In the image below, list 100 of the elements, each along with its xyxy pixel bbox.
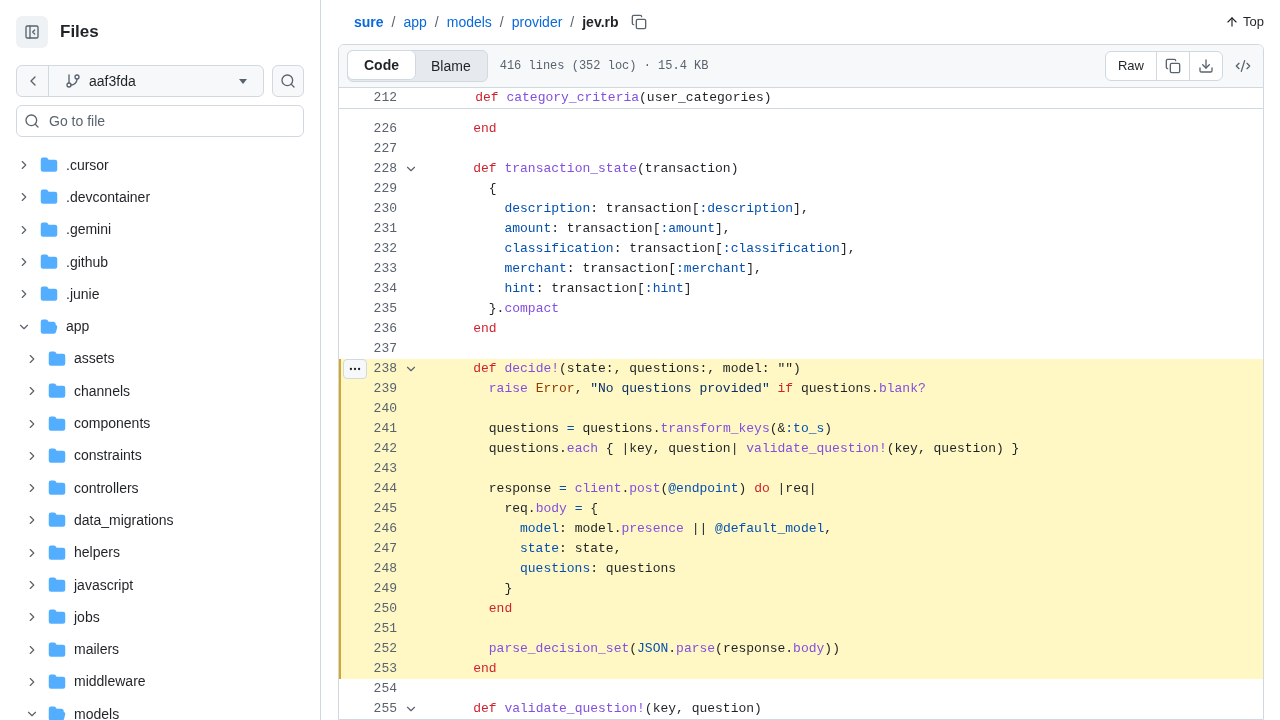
line-number: 227 — [372, 140, 397, 159]
search-icon — [24, 113, 40, 129]
line-number: 246 — [372, 520, 397, 539]
tree-item[interactable]: components — [74, 413, 151, 434]
code-line: end — [472, 120, 497, 139]
line-number: 242 — [372, 440, 397, 459]
line-number: 231 — [372, 220, 397, 239]
line-number: 212 — [372, 89, 397, 108]
code-line: hint: transaction[:hint] — [503, 280, 692, 299]
code-line: parse_decision_set(JSON.parse(response.body)) — [487, 640, 840, 659]
folder-icon — [48, 640, 66, 659]
code-line: merchant: transaction[:merchant], — [503, 260, 762, 279]
line-number: 248 — [372, 560, 397, 579]
tree-item[interactable]: constraints — [74, 445, 142, 467]
tree-item[interactable]: jobs — [74, 606, 100, 628]
line-number: 253 — [372, 660, 397, 679]
collapse-sidebar-button[interactable] — [16, 16, 48, 48]
code-line: req.body = { — [503, 500, 599, 519]
folder-icon — [48, 382, 66, 401]
line-number: 230 — [372, 200, 397, 219]
folder-icon — [48, 576, 66, 594]
tree-item[interactable]: .github — [66, 251, 109, 273]
line-number: 229 — [372, 180, 397, 199]
search-field[interactable]: Go to file — [16, 105, 304, 137]
tree-item[interactable]: middleware — [74, 671, 146, 693]
tree-item[interactable]: javascript — [74, 574, 134, 596]
breadcrumb-link[interactable]: provider — [511, 11, 563, 33]
code-line: classification: transaction[:classification], — [503, 240, 856, 259]
branch-selector[interactable]: aaf3fda — [16, 65, 264, 97]
code-line: response = client.post(@endpoint) do |req| — [487, 480, 817, 499]
view-tab[interactable]: Code — [347, 50, 416, 81]
view-tab[interactable]: Blame — [415, 51, 487, 82]
tree-item[interactable]: assets — [74, 348, 115, 370]
tree-item[interactable]: helpers — [74, 542, 120, 564]
folder-icon — [48, 349, 66, 368]
line-number: 239 — [372, 380, 397, 399]
tree-item[interactable]: models — [74, 703, 120, 720]
code-line: { — [487, 180, 497, 199]
line-number: 249 — [372, 580, 397, 599]
line-number: 254 — [372, 680, 397, 699]
line-number: 247 — [372, 540, 397, 559]
top-button[interactable]: Top — [1225, 12, 1264, 32]
breadcrumb-link[interactable]: sure — [354, 11, 384, 33]
sidebar-title: Files — [60, 21, 99, 44]
line-number: 244 — [372, 480, 397, 499]
line-number: 241 — [372, 420, 397, 439]
code-line: raise Error, "No questions provided" if questions.blank? — [487, 380, 926, 399]
code-line: state: state, — [519, 540, 622, 559]
breadcrumb-link[interactable]: app — [403, 11, 427, 33]
line-number: 250 — [372, 600, 397, 619]
line-number: 228 — [372, 160, 397, 179]
tree-item[interactable]: mailers — [74, 639, 120, 661]
folder-icon — [48, 446, 66, 465]
line-number: 238 — [372, 360, 397, 379]
line-number: 243 — [372, 460, 397, 479]
line-number: 233 — [372, 260, 397, 279]
code-line: questions: questions — [519, 560, 677, 579]
tree-item[interactable]: .cursor — [66, 154, 109, 176]
code-line: end — [472, 320, 497, 339]
tree-item[interactable]: .junie — [66, 283, 100, 305]
line-number: 236 — [372, 320, 397, 339]
file-name: jev.rb — [582, 12, 619, 32]
code-line: def category_criteria(user_categories) — [474, 89, 772, 108]
folder-icon — [48, 479, 66, 498]
line-number: 252 — [372, 640, 397, 659]
file-info: 416 lines (352 loc) · 15.4 KB — [499, 58, 709, 76]
breadcrumb-link[interactable]: models — [446, 11, 492, 33]
line-number: 226 — [372, 120, 397, 139]
copy-icon — [630, 14, 647, 30]
code-icon — [1235, 58, 1251, 75]
tree-item[interactable]: .gemini — [66, 219, 112, 241]
line-number: 234 — [372, 280, 397, 299]
line-number: 232 — [372, 240, 397, 259]
more-options-button[interactable] — [343, 359, 367, 379]
path-separator: / — [391, 12, 396, 32]
branch-name: aaf3fda — [89, 71, 137, 91]
code-line: questions.each { |key, question| validate_question!(key, question) } — [487, 440, 1020, 459]
folder-icon — [48, 511, 66, 530]
line-number: 251 — [372, 620, 397, 639]
tree-item[interactable]: channels — [74, 380, 131, 402]
folder-icon — [40, 188, 58, 207]
tree-item[interactable]: controllers — [74, 477, 139, 499]
folder-icon — [48, 705, 66, 720]
folder-icon — [48, 543, 66, 562]
tree-item[interactable]: data_migrations — [74, 509, 174, 531]
folder-icon — [48, 608, 66, 627]
path-separator: / — [434, 12, 439, 32]
code-line: model: model.presence || @default_model, — [519, 520, 833, 539]
download-icon — [1198, 58, 1214, 75]
folder-icon — [40, 317, 58, 336]
code-line: def transaction_state(transaction) — [472, 160, 739, 179]
search-icon — [280, 73, 296, 89]
code-line: questions = questions.transform_keys(&:to_s) — [487, 420, 833, 439]
code-view-button[interactable] — [1235, 58, 1251, 75]
folder-icon — [48, 414, 66, 433]
code-line: end — [472, 660, 497, 679]
search-button[interactable] — [272, 65, 304, 97]
copy-path-button[interactable] — [630, 14, 647, 30]
tree-item[interactable]: .devcontainer — [66, 186, 151, 208]
tree-item[interactable]: app — [66, 316, 90, 338]
